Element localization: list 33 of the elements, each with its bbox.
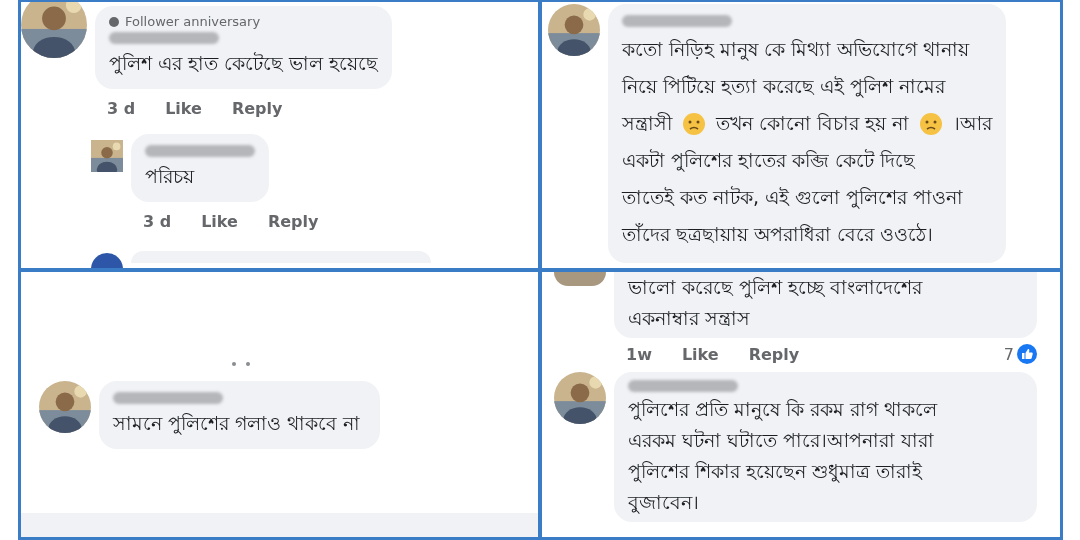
comment-time: 1w — [626, 344, 652, 364]
comment-text: নিয়ে পিটিয়ে হত্যা করেছে এই পুলিশ নামের — [622, 74, 946, 100]
comment-text: ভালো করেছে পুলিশ হচ্ছে বাংলাদেশের — [628, 275, 923, 301]
like-link[interactable]: Like — [165, 99, 202, 118]
comment-text: তখন কোনো বিচার হয় না — [716, 111, 910, 136]
comment-text: কতো নিড়িহ মানুষ কে মিথ্যা অভিযোগে থানায় — [622, 37, 970, 63]
comment-text: পুলিশের প্রতি মানুষে কি রকম রাগ থাকলে — [628, 397, 938, 423]
sad-face-icon — [682, 111, 706, 136]
comment-time: 3 d — [143, 212, 172, 231]
like-link[interactable]: Like — [201, 212, 238, 231]
comment-text: সন্ত্রাসী — [622, 111, 672, 136]
comment-text: পুলিশ এর হাত কেটেছে ভাল হয়েছে — [109, 51, 379, 77]
sad-face-icon — [919, 111, 944, 136]
like-link[interactable]: Like — [681, 344, 719, 364]
reply-link[interactable]: Reply — [748, 344, 800, 364]
comment-text: তাতেই কত নাটক, এই গুলো পুলিশের পাওনা — [622, 185, 964, 211]
thumbs-up-icon — [1017, 344, 1037, 364]
comment-text: বুজাবেন। — [628, 490, 699, 516]
comment-time: 3 d — [107, 99, 136, 118]
comment-text: একনাম্বার সন্ত্রাস — [628, 306, 751, 331]
comment-text: পরিচয় — [145, 164, 194, 189]
comment-text: তাঁদের ছত্রছায়ায় অপরাধিরা বেরে ওওঠে। — [622, 222, 934, 247]
comment-text: পুলিশের শিকার হয়েছেন শুধুমাত্র তারাই — [628, 459, 923, 485]
comment-text: সামনে পুলিশের গলাও থাকবে না — [113, 411, 361, 437]
reply-link[interactable]: Reply — [267, 212, 319, 231]
reaction-count: 7 — [1003, 344, 1014, 364]
comment-text: এরকম ঘটনা ঘটাতে পারে।আপনারা যারা — [628, 428, 935, 453]
ellipsis-icon — [231, 361, 251, 367]
badge-label: Follower anniversary — [125, 14, 261, 29]
comment-text: ।আর — [953, 111, 993, 136]
badge-icon — [109, 16, 119, 27]
comment-text: একটা পুলিশের হাতের কব্জি কেটে দিছে — [622, 148, 916, 174]
reply-link[interactable]: Reply — [231, 99, 283, 118]
